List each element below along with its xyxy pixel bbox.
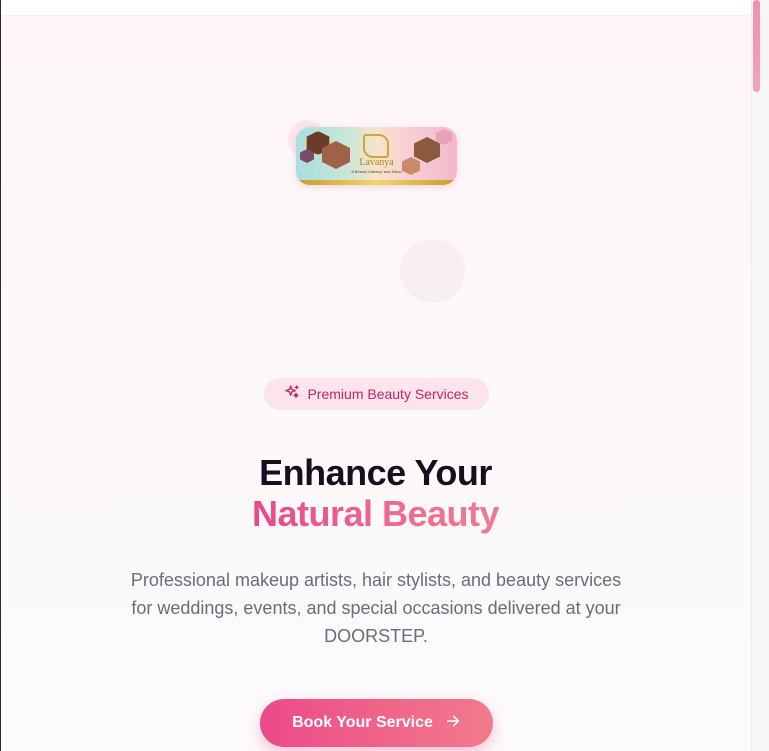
- arrow-right-icon: [445, 713, 461, 734]
- scrollbar-thumb[interactable]: [753, 0, 760, 92]
- hero-title-line-2: Natural Beauty: [0, 493, 751, 535]
- sparkles-icon: [284, 384, 300, 405]
- premium-badge: Premium Beauty Services: [264, 378, 489, 410]
- badge-label: Premium Beauty Services: [307, 386, 469, 402]
- browser-viewport: Lavanya A Beauty Makeup and Salon Premiu…: [0, 0, 769, 751]
- lotus-logo-icon: [363, 134, 389, 158]
- brand-logo-banner[interactable]: Lavanya A Beauty Makeup and Salon: [288, 120, 457, 185]
- logo-image: Lavanya A Beauty Makeup and Salon: [296, 127, 457, 185]
- book-service-label: Book Your Service: [292, 714, 433, 731]
- decorative-circle: [400, 239, 465, 303]
- hero-subtitle: Professional makeup artists, hair stylis…: [130, 570, 622, 646]
- logo-tagline: A Beauty Makeup and Salon: [351, 169, 402, 174]
- gold-accent-strip: [296, 180, 457, 185]
- hero-title-line-1: Enhance Your: [259, 452, 492, 493]
- book-service-button[interactable]: Book Your Service: [260, 699, 493, 747]
- portrait-hex-icon: [436, 129, 452, 145]
- vertical-scrollbar[interactable]: [751, 0, 769, 751]
- hero-title-highlight: Natural Beauty: [251, 493, 500, 534]
- top-nav-bar: [1, 0, 752, 16]
